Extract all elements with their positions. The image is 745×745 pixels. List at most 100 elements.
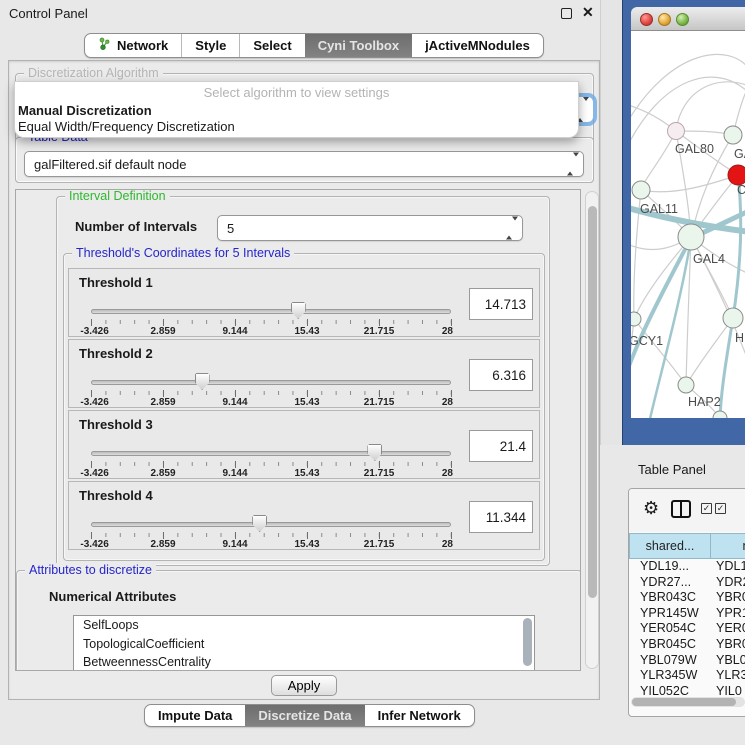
numerical-attributes-list[interactable]: SelfLoops TopologicalCoefficient Between… [73,615,535,671]
scale-label: 2.859 [150,397,175,408]
threshold-1-slider-track[interactable] [91,309,451,314]
node-label: C [737,183,745,197]
control-panel-title: Control Panel [9,6,88,21]
gear-icon[interactable]: ⚙ [643,498,659,519]
float-panel-icon[interactable] [561,8,572,19]
columns-icon[interactable] [671,500,691,518]
interval-definition-group: Interval Definition Number of Intervals … [56,196,550,566]
table-row[interactable]: YPR145WYPR1 [629,606,745,622]
control-panel-titlebar: Control Panel ✕ [0,0,622,28]
tab-select[interactable]: Select [239,34,304,57]
dropdown-option-equal-width-frequency[interactable]: Equal Width/Frequency Discretization [18,119,235,134]
table-data-value: galFiltered.sif default node [34,157,186,172]
number-of-intervals-label: Number of Intervals [75,219,197,234]
node-selected-red[interactable] [728,165,745,185]
table-panel-area: Table Panel ⚙ ✓ ✓ shared... na YDL19...Y… [600,445,745,745]
threshold-1-slider-thumb[interactable] [291,302,306,319]
node-gal11[interactable] [632,181,650,199]
cyni-mode-tab-bar: Impute Data Discretize Data Infer Networ… [144,704,475,727]
minimize-window-icon[interactable] [658,13,671,26]
node-gal4[interactable] [678,224,704,250]
tab-discretize-data[interactable]: Discretize Data [245,705,364,726]
close-panel-icon[interactable]: ✕ [582,4,594,21]
column-header-name[interactable]: na [711,533,745,559]
threshold-4-slider-track[interactable] [91,522,451,527]
cyni-toolbox-panel: Discretization Algorithm Select algorith… [8,60,600,700]
table-toolbar: ⚙ ✓ ✓ [629,489,745,532]
threshold-3-slider-thumb[interactable] [367,444,382,461]
threshold-2-slider-thumb[interactable] [195,373,210,390]
tab-style[interactable]: Style [181,34,239,57]
network-icon [98,37,111,54]
scale-label: 28 [442,468,453,479]
scale-label: 15.43 [294,397,319,408]
scale-label: 9.144 [222,397,247,408]
control-panel-tab-bar: Network Style Select Cyni Toolbox jActiv… [84,33,544,58]
checkbox-icon[interactable]: ✓ [715,503,726,514]
threshold-2-value-field[interactable]: 6.316 [469,359,533,391]
table-horizontal-scrollbar[interactable] [631,697,745,707]
network-node-labels: GAL80 GA C GAL11 GAL4 GCY1 H HAP2 [631,142,745,409]
node-hap2[interactable] [678,377,694,393]
tab-jactivemnodules[interactable]: jActiveMNodules [412,34,543,57]
dropdown-option-manual-discretization[interactable]: Manual Discretization [18,103,152,118]
table-horizontal-scrollbar-thumb[interactable] [632,698,736,706]
attributes-group-title: Attributes to discretize [25,563,156,577]
list-item[interactable]: BetweennessCentrality [74,653,534,671]
list-item[interactable]: TopologicalCoefficient [74,635,534,654]
scale-label: -3.426 [80,397,108,408]
node-gcy1[interactable] [631,312,641,326]
apply-button[interactable]: Apply [271,675,337,696]
threshold-4-slider-thumb[interactable] [252,515,267,532]
column-header-shared-name[interactable]: shared... [629,533,711,559]
threshold-4-row: Threshold 4 -3.426 2.859 9.144 15.43 21.… [68,481,540,550]
threshold-2-slider-track[interactable] [91,380,451,385]
table-row[interactable]: YBL079WYBL0 [629,653,745,669]
slider-minor-ticks [91,320,451,324]
number-of-intervals-combobox[interactable]: 5 [217,215,523,241]
list-scrollbar[interactable] [523,618,532,666]
network-canvas[interactable]: GAL80 GA C GAL11 GAL4 GCY1 H HAP2 [631,31,745,418]
threshold-1-value-field[interactable]: 14.713 [469,288,533,320]
combobox-spinner-icon [567,157,574,172]
node-label: H [735,331,744,345]
list-item[interactable]: SelfLoops [74,616,534,635]
panel-scrollbar-thumb[interactable] [588,206,597,598]
node-gal80[interactable] [668,123,685,140]
threshold-3-slider-track[interactable] [91,451,451,456]
table-row[interactable]: YBR045CYBR0 [629,637,745,653]
threshold-4-value-field[interactable]: 11.344 [469,501,533,533]
table-row[interactable]: YBR043CYBR0 [629,590,745,606]
zoom-window-icon[interactable] [676,13,689,26]
panel-scrollbar[interactable] [585,191,599,669]
table-row[interactable]: YDL19...YDL1 [629,559,745,575]
tab-cyni-toolbox[interactable]: Cyni Toolbox [305,34,412,57]
scale-label: 2.859 [150,326,175,337]
network-nodes[interactable] [631,123,745,419]
algorithm-dropdown-placeholder: Select algorithm to view settings [15,85,578,100]
threshold-3-value-field[interactable]: 21.4 [469,430,533,462]
numerical-attributes-label: Numerical Attributes [49,589,176,604]
table-row[interactable]: YDR27...YDR2 [629,575,745,591]
scale-label: 2.859 [150,539,175,550]
table-row[interactable]: YLR345WYLR3 [629,668,745,684]
close-window-icon[interactable] [640,13,653,26]
scale-label: 28 [442,539,453,550]
node-label: GAL4 [693,252,725,266]
tab-network[interactable]: Network [85,34,181,57]
scale-label: 21.715 [364,468,395,479]
tab-impute-data[interactable]: Impute Data [145,705,245,726]
node[interactable] [724,126,742,144]
table-row[interactable]: YER054CYER0 [629,621,745,637]
node[interactable] [723,308,743,328]
node-label: HAP2 [688,395,721,409]
checkbox-icon[interactable]: ✓ [701,503,712,514]
scale-label: 9.144 [222,468,247,479]
thresholds-group: Threshold's Coordinates for 5 Intervals … [63,253,545,561]
algorithm-dropdown-popup: Select algorithm to view settings Manual… [14,81,579,138]
network-window-titlebar[interactable] [631,7,745,31]
node-label: GCY1 [631,334,663,348]
scale-label: 15.43 [294,468,319,479]
table-data-combobox[interactable]: galFiltered.sif default node [24,151,584,177]
tab-infer-network[interactable]: Infer Network [365,705,474,726]
